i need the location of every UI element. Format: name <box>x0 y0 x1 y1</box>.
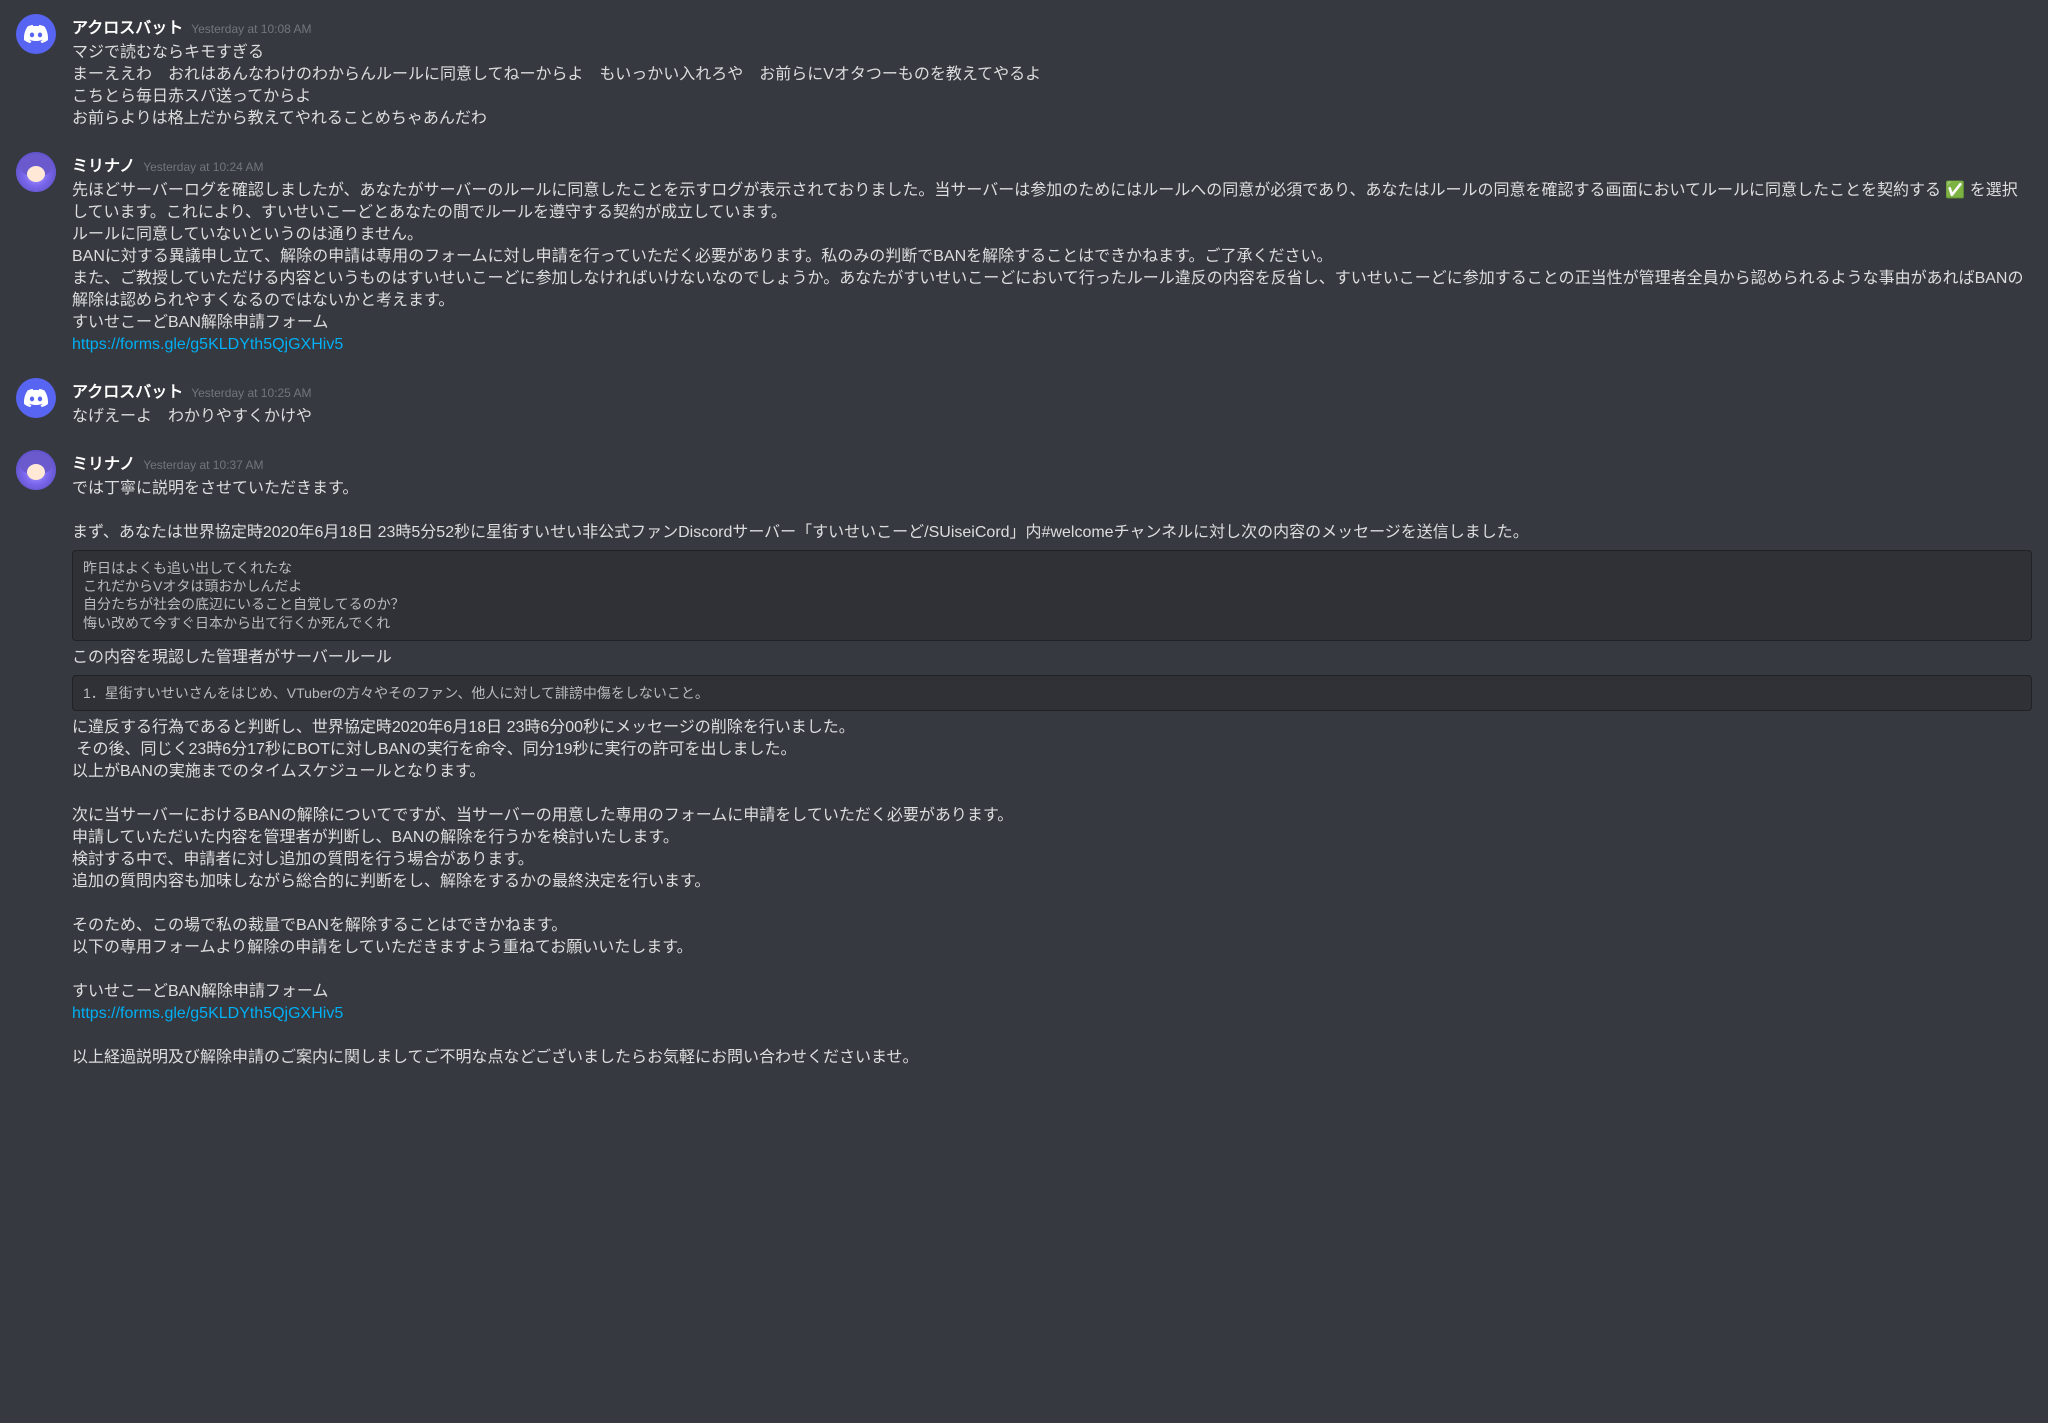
link[interactable]: https://forms.gle/g5KLDYth5QjGXHiv5 <box>72 1005 343 1022</box>
text-line: なげえーよ わかりやすくかけや <box>72 406 2032 428</box>
message-content: 先ほどサーバーログを確認しましたが、あなたがサーバーのルールに同意したことを示す… <box>72 180 2032 356</box>
text-line: すいせこーどBAN解除申請フォーム <box>72 312 2032 334</box>
text-line: 先ほどサーバーログを確認しましたが、あなたがサーバーのルールに同意したことを示す… <box>72 180 2032 224</box>
text-line: ルールに同意していないというのは通りません。 <box>72 224 2032 246</box>
message-group: アクロスバット Yesterday at 10:25 AM なげえーよ わかりやすく… <box>0 374 2048 432</box>
message-group: ミリナノ Yesterday at 10:24 AM 先ほどサーバーログを確認しまし… <box>0 148 2048 360</box>
text-line: こちとら毎日赤スパ送ってからよ <box>72 86 2032 108</box>
avatar[interactable] <box>16 378 56 418</box>
text-line: すいせこーどBAN解除申請フォーム <box>72 981 2032 1003</box>
code-block: 1．星街すいせいさんをはじめ、VTuberの方々やそのファン、他人に対して誹謗中… <box>72 675 2032 711</box>
text-line: に違反する行為であると判断し、世界協定時2020年6月18日 23時6分00秒に… <box>72 717 2032 739</box>
message-header: アクロスバット Yesterday at 10:25 AM <box>72 382 2032 404</box>
text-line: また、ご教授していただける内容というものはすいせいこーどに参加しなければいけない… <box>72 268 2032 312</box>
message-content: では丁寧に説明をさせていただきます。まず、あなたは世界協定時2020年6月18日… <box>72 478 2032 1069</box>
avatar[interactable] <box>16 450 56 490</box>
message-group: ミリナノ Yesterday at 10:37 AM では丁寧に説明をさせていただき… <box>0 446 2048 1073</box>
text-line: お前らよりは格上だから教えてやれることめちゃあんだわ <box>72 108 2032 130</box>
discord-logo-icon <box>24 22 48 46</box>
text-line: では丁寧に説明をさせていただきます。 <box>72 478 2032 500</box>
text-line: BANに対する異議申し立て、解除の申請は専用のフォームに対し申請を行っていただく… <box>72 246 2032 268</box>
timestamp: Yesterday at 10:37 AM <box>143 457 263 474</box>
avatar-image <box>16 450 56 490</box>
timestamp: Yesterday at 10:24 AM <box>143 159 263 176</box>
text-line: そのため、この場で私の裁量でBANを解除することはできかねます。 <box>72 915 2032 937</box>
message-header: ミリナノ Yesterday at 10:24 AM <box>72 156 2032 178</box>
text-line: 検討する中で、申請者に対し追加の質問を行う場合があります。 <box>72 849 2032 871</box>
text-line: マジで読むならキモすぎる <box>72 42 2032 64</box>
text-line: この内容を現認した管理者がサーバールール <box>72 647 2032 669</box>
blank-line <box>72 500 2032 522</box>
avatar[interactable] <box>16 152 56 192</box>
avatar-image <box>16 152 56 192</box>
text-line: まーええわ おれはあんなわけのわからんルールに同意してねーからよ もいっかい入れ… <box>72 64 2032 86</box>
message-content: マジで読むならキモすぎるまーええわ おれはあんなわけのわからんルールに同意してね… <box>72 42 2032 130</box>
message-content: なげえーよ わかりやすくかけや <box>72 406 2032 428</box>
username[interactable]: アクロスバット <box>72 382 183 404</box>
code-block: 昨日はよくも追い出してくれたな これだからVオタは頭おかしんだよ 自分たちが社会… <box>72 550 2032 641</box>
username[interactable]: ミリナノ <box>72 454 135 476</box>
text-line: 以上がBANの実施までのタイムスケジュールとなります。 <box>72 761 2032 783</box>
message-list: アクロスバット Yesterday at 10:08 AM マジで読むならキモすぎる… <box>0 10 2048 1073</box>
username[interactable]: ミリナノ <box>72 156 135 178</box>
text-line: 追加の質問内容も加味しながら総合的に判断をし、解除をするかの最終決定を行います。 <box>72 871 2032 893</box>
discord-logo-icon <box>24 386 48 410</box>
text-line: その後、同じく23時6分17秒にBOTに対しBANの実行を命令、同分19秒に実行… <box>72 739 2032 761</box>
message-header: ミリナノ Yesterday at 10:37 AM <box>72 454 2032 476</box>
avatar[interactable] <box>16 14 56 54</box>
username[interactable]: アクロスバット <box>72 18 183 40</box>
message-group: アクロスバット Yesterday at 10:08 AM マジで読むならキモすぎる… <box>0 10 2048 134</box>
text-line: 申請していただいた内容を管理者が判断し、BANの解除を行うかを検討いたします。 <box>72 827 2032 849</box>
text-line: 以下の専用フォームより解除の申請をしていただきますよう重ねてお願いいたします。 <box>72 937 2032 959</box>
timestamp: Yesterday at 10:08 AM <box>191 21 311 38</box>
blank-line <box>72 959 2032 981</box>
timestamp: Yesterday at 10:25 AM <box>191 385 311 402</box>
link[interactable]: https://forms.gle/g5KLDYth5QjGXHiv5 <box>72 336 343 353</box>
text-line: 次に当サーバーにおけるBANの解除についてですが、当サーバーの用意した専用のフォ… <box>72 805 2032 827</box>
text-line: 以上経過説明及び解除申請のご案内に関しましてご不明な点などございましたらお気軽に… <box>72 1047 2032 1069</box>
text-line: まず、あなたは世界協定時2020年6月18日 23時5分52秒に星街すいせい非公… <box>72 522 2032 544</box>
blank-line <box>72 1025 2032 1047</box>
blank-line <box>72 893 2032 915</box>
message-header: アクロスバット Yesterday at 10:08 AM <box>72 18 2032 40</box>
blank-line <box>72 783 2032 805</box>
